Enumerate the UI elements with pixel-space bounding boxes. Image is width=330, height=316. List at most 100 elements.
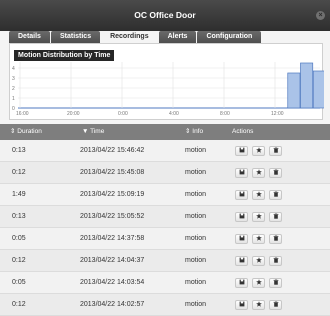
table-row[interactable]: 0:13 2013/04/22 15:05:52 motion bbox=[0, 206, 330, 228]
delete-button[interactable] bbox=[269, 168, 282, 178]
delete-button[interactable] bbox=[269, 146, 282, 156]
x-tick-label: 12:00 bbox=[271, 111, 284, 117]
download-button[interactable] bbox=[235, 278, 248, 288]
tab-statistics[interactable]: Statistics bbox=[50, 31, 101, 43]
tab-recordings[interactable]: Recordings bbox=[101, 31, 158, 43]
trash-icon bbox=[273, 169, 279, 177]
row-actions bbox=[235, 190, 282, 200]
tab-details[interactable]: Details bbox=[9, 31, 50, 43]
download-button[interactable] bbox=[235, 234, 248, 244]
header-duration-label: Duration bbox=[17, 128, 42, 135]
row-info: motion bbox=[185, 213, 207, 220]
row-info: motion bbox=[185, 191, 207, 198]
row-time: 2013/04/22 15:05:52 bbox=[80, 213, 145, 220]
row-actions bbox=[235, 234, 282, 244]
x-tick-label: 4:00 bbox=[169, 111, 179, 117]
y-tick-label: 0 bbox=[12, 106, 15, 112]
favorite-button[interactable] bbox=[252, 190, 265, 200]
save-icon bbox=[239, 235, 245, 243]
download-button[interactable] bbox=[235, 168, 248, 178]
header-time[interactable]: ▼ Time bbox=[82, 124, 104, 140]
save-icon bbox=[239, 301, 245, 309]
delete-button[interactable] bbox=[269, 190, 282, 200]
row-info: motion bbox=[185, 301, 207, 308]
delete-button[interactable] bbox=[269, 278, 282, 288]
table-row[interactable]: 0:12 2013/04/22 14:04:37 motion bbox=[0, 250, 330, 272]
delete-button[interactable] bbox=[269, 256, 282, 266]
row-actions bbox=[235, 146, 282, 156]
close-icon[interactable]: × bbox=[316, 11, 325, 20]
tab-bar: Details Statistics Recordings Alerts Con… bbox=[9, 31, 262, 43]
row-duration: 0:13 bbox=[12, 147, 26, 154]
header-duration[interactable]: ⇕ Duration bbox=[10, 124, 42, 140]
table-body: 0:13 2013/04/22 15:46:42 motion 0:12 2013/04… bbox=[0, 140, 330, 316]
table-row[interactable]: 0:13 2013/04/22 15:46:42 motion bbox=[0, 140, 330, 162]
download-button[interactable] bbox=[235, 146, 248, 156]
row-duration: 0:05 bbox=[12, 279, 26, 286]
save-icon bbox=[239, 147, 245, 155]
tab-configuration[interactable]: Configuration bbox=[197, 31, 262, 43]
favorite-button[interactable] bbox=[252, 234, 265, 244]
save-icon bbox=[239, 279, 245, 287]
favorite-button[interactable] bbox=[252, 212, 265, 222]
title-bar[interactable]: OC Office Door × bbox=[0, 0, 330, 31]
x-tick-label: 16:00 bbox=[16, 111, 29, 117]
favorite-button[interactable] bbox=[252, 256, 265, 266]
star-icon bbox=[255, 301, 262, 309]
download-button[interactable] bbox=[235, 190, 248, 200]
trash-icon bbox=[273, 279, 279, 287]
window-title: OC Office Door bbox=[134, 10, 196, 20]
trash-icon bbox=[273, 301, 279, 309]
row-info: motion bbox=[185, 235, 207, 242]
download-button[interactable] bbox=[235, 212, 248, 222]
delete-button[interactable] bbox=[269, 234, 282, 244]
header-info-label: Info bbox=[192, 128, 204, 135]
y-tick-label: 1 bbox=[12, 96, 15, 102]
row-info: motion bbox=[185, 169, 207, 176]
row-time: 2013/04/22 15:45:08 bbox=[80, 169, 145, 176]
row-duration: 0:12 bbox=[12, 257, 26, 264]
row-time: 2013/04/22 15:09:19 bbox=[80, 191, 145, 198]
star-icon bbox=[255, 257, 262, 265]
table-row[interactable]: 0:12 2013/04/22 14:02:57 motion bbox=[0, 294, 330, 316]
header-info[interactable]: ⇕ Info bbox=[185, 124, 203, 140]
sort-desc-icon: ▼ bbox=[82, 128, 91, 135]
header-time-label: Time bbox=[90, 128, 105, 135]
tab-alerts[interactable]: Alerts bbox=[158, 31, 197, 43]
star-icon bbox=[255, 279, 262, 287]
save-icon bbox=[239, 191, 245, 199]
table-row[interactable]: 0:12 2013/04/22 15:45:08 motion bbox=[0, 162, 330, 184]
row-actions bbox=[235, 212, 282, 222]
row-time: 2013/04/22 15:46:42 bbox=[80, 147, 145, 154]
y-tick-label: 4 bbox=[12, 66, 15, 72]
delete-button[interactable] bbox=[269, 212, 282, 222]
row-duration: 1:49 bbox=[12, 191, 26, 198]
table-header: ⇕ Duration ▼ Time ⇕ Info Actions bbox=[0, 124, 330, 140]
chart-bar bbox=[300, 62, 314, 109]
table-row[interactable]: 0:05 2013/04/22 14:03:54 motion bbox=[0, 272, 330, 294]
row-time: 2013/04/22 14:37:58 bbox=[80, 235, 145, 242]
row-duration: 0:12 bbox=[12, 169, 26, 176]
delete-button[interactable] bbox=[269, 300, 282, 310]
row-info: motion bbox=[185, 147, 207, 154]
row-actions bbox=[235, 168, 282, 178]
trash-icon bbox=[273, 257, 279, 265]
download-button[interactable] bbox=[235, 256, 248, 266]
table-row[interactable]: 0:05 2013/04/22 14:37:58 motion bbox=[0, 228, 330, 250]
row-actions bbox=[235, 278, 282, 288]
download-button[interactable] bbox=[235, 300, 248, 310]
row-duration: 0:13 bbox=[12, 213, 26, 220]
row-time: 2013/04/22 14:03:54 bbox=[80, 279, 145, 286]
favorite-button[interactable] bbox=[252, 146, 265, 156]
favorite-button[interactable] bbox=[252, 278, 265, 288]
chart-bar bbox=[312, 70, 324, 109]
favorite-button[interactable] bbox=[252, 300, 265, 310]
x-tick-label: 20:00 bbox=[67, 111, 80, 117]
star-icon bbox=[255, 147, 262, 155]
trash-icon bbox=[273, 213, 279, 221]
row-time: 2013/04/22 14:04:37 bbox=[80, 257, 145, 264]
table-row[interactable]: 1:49 2013/04/22 15:09:19 motion bbox=[0, 184, 330, 206]
star-icon bbox=[255, 169, 262, 177]
recordings-table: ⇕ Duration ▼ Time ⇕ Info Actions 0:13 201… bbox=[0, 124, 330, 316]
favorite-button[interactable] bbox=[252, 168, 265, 178]
